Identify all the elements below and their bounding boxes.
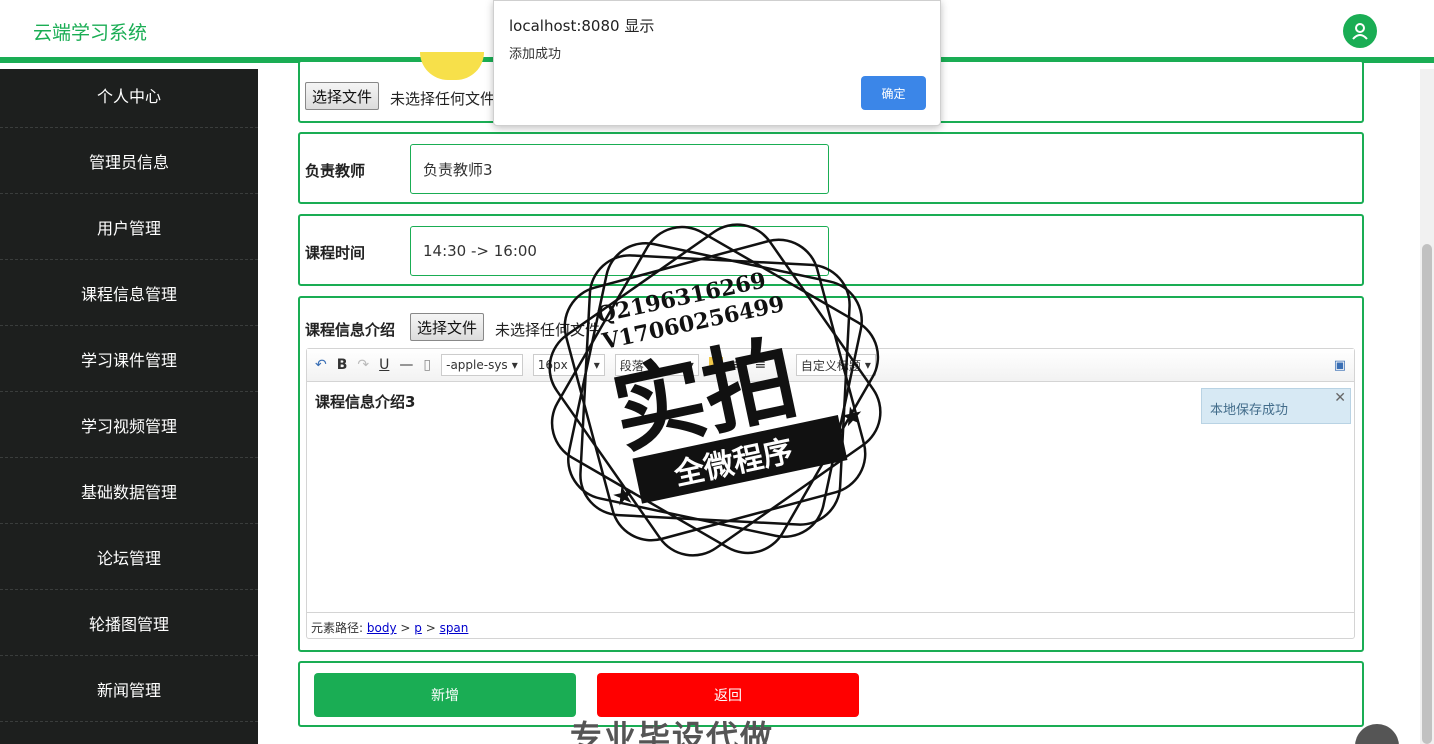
sidebar-item-personal-center[interactable]: 个人中心 (0, 62, 258, 128)
sidebar-item-label: 个人中心 (96, 86, 161, 106)
sidebar: 个人中心 管理员信息 用户管理 课程信息管理 学习课件管理 学习视频管理 基础数… (0, 69, 258, 744)
align-center-icon[interactable]: ≡ (755, 357, 767, 373)
sidebar-item-label: 用户管理 (96, 218, 161, 238)
sidebar-item-label: 学习视频管理 (80, 416, 177, 436)
time-label: 课程时间 (305, 244, 366, 262)
sidebar-item-label: 论坛管理 (96, 548, 161, 568)
image-file-status: 未选择任何文件 (390, 90, 496, 108)
element-path-bar: 元素路径: body > p > span (307, 612, 1354, 638)
font-color-icon[interactable]: A (776, 357, 786, 373)
chevron-down-icon: ▾ (593, 358, 600, 372)
sidebar-item-label: 基础数据管理 (80, 482, 177, 502)
intro-file-button[interactable]: 选择文件 (410, 313, 485, 341)
path-link-span[interactable]: span (440, 621, 469, 635)
document-icon[interactable]: ▯ (423, 357, 431, 373)
teacher-input[interactable]: 负责教师3 (410, 144, 829, 194)
user-icon[interactable] (1343, 14, 1377, 48)
font-size-select[interactable]: 16px ▾ (532, 354, 605, 376)
editor-toolbar: ↶ B ↷ U — ▯ -apple-sys ▾ 16px ▾ 段落 ▾ ≡ ≡ A … (307, 349, 1354, 382)
add-button[interactable]: 新增 (314, 673, 576, 717)
tip-text: 本地保存成功 (1210, 403, 1289, 418)
alert-dialog: localhost:8080 显示 添加成功 确定 (493, 0, 941, 126)
chevron-down-icon: ▾ (864, 358, 871, 372)
underline-icon[interactable]: U (379, 357, 389, 373)
path-label: 元素路径: (311, 621, 364, 635)
bold-icon[interactable]: B (337, 357, 348, 373)
sidebar-item-video[interactable]: 学习视频管理 (0, 392, 258, 458)
font-family-value: -apple-sys (446, 358, 508, 372)
paragraph-select[interactable]: 段落 ▾ (614, 354, 699, 376)
undo-icon[interactable]: ↶ (315, 357, 327, 373)
fullscreen-icon[interactable]: ▣ (1334, 358, 1346, 373)
paragraph-value: 段落 (619, 358, 644, 373)
dialog-message: 添加成功 (509, 47, 562, 62)
sidebar-item-label: 管理员信息 (88, 152, 169, 172)
page-scrollbar[interactable] (1420, 69, 1434, 744)
course-image-thumbnail (420, 52, 484, 80)
sidebar-item-course-info[interactable]: 课程信息管理 (0, 260, 258, 326)
time-input[interactable]: 14:30 -> 16:00 (410, 226, 829, 276)
dialog-ok-button[interactable]: 确定 (861, 76, 926, 110)
intro-label: 课程信息介绍 (305, 321, 396, 339)
scrollbar-thumb[interactable] (1422, 244, 1432, 744)
back-button[interactable]: 返回 (597, 673, 859, 717)
actions-panel: 新增 返回 (298, 661, 1364, 727)
path-link-p[interactable]: p (414, 621, 422, 635)
sidebar-item-news[interactable]: 新闻管理 (0, 656, 258, 722)
custom-title-select[interactable]: 自定义标题 ▾ (795, 354, 876, 376)
sidebar-item-admin-info[interactable]: 管理员信息 (0, 128, 258, 194)
sidebar-item-carousel[interactable]: 轮播图管理 (0, 590, 258, 656)
align-left-icon[interactable]: ≡ (733, 357, 745, 373)
chevron-down-icon: ▾ (687, 358, 694, 372)
time-panel: 课程时间 14:30 -> 16:00 (298, 214, 1364, 286)
sidebar-item-label: 轮播图管理 (88, 614, 169, 634)
font-size-value: 16px (537, 358, 568, 372)
sidebar-item-label: 课程信息管理 (80, 284, 177, 304)
font-family-select[interactable]: -apple-sys ▾ (441, 354, 523, 376)
horizontal-rule-icon[interactable]: — (399, 357, 413, 373)
rich-text-editor[interactable]: ↶ B ↷ U — ▯ -apple-sys ▾ 16px ▾ 段落 ▾ ≡ ≡ A … (306, 348, 1355, 639)
app-title: 云端学习系统 (33, 22, 148, 44)
scroll-top-button[interactable] (1355, 724, 1399, 744)
editor-content[interactable]: 课程信息介绍3 (315, 391, 415, 412)
sidebar-item-label: 学习课件管理 (80, 350, 177, 370)
sidebar-item-forum[interactable]: 论坛管理 (0, 524, 258, 590)
redo-icon[interactable]: ↷ (357, 357, 369, 373)
sidebar-item-basic-data[interactable]: 基础数据管理 (0, 458, 258, 524)
sidebar-item-user-management[interactable]: 用户管理 (0, 194, 258, 260)
custom-title-value: 自定义标题 (800, 358, 861, 373)
highlight-icon[interactable] (708, 357, 723, 373)
chevron-down-icon: ▾ (511, 358, 518, 372)
close-icon[interactable]: ✕ (1334, 390, 1346, 406)
sidebar-item-courseware[interactable]: 学习课件管理 (0, 326, 258, 392)
intro-file-status: 未选择任何文件 (495, 321, 601, 339)
dialog-title: localhost:8080 显示 (509, 17, 655, 35)
watermark-bottom-text: 专业毕设代做 (570, 718, 775, 744)
local-save-tip: 本地保存成功 ✕ (1201, 388, 1351, 424)
teacher-label: 负责教师 (305, 162, 366, 180)
image-file-button[interactable]: 选择文件 (305, 82, 380, 110)
intro-panel: 课程信息介绍 选择文件 未选择任何文件 ↶ B ↷ U — ▯ -apple-s… (298, 296, 1364, 652)
teacher-panel: 负责教师 负责教师3 (298, 132, 1364, 204)
user-icon-glyph (1352, 23, 1368, 40)
sidebar-item-label: 新闻管理 (96, 680, 161, 700)
path-link-body[interactable]: body (367, 621, 397, 635)
